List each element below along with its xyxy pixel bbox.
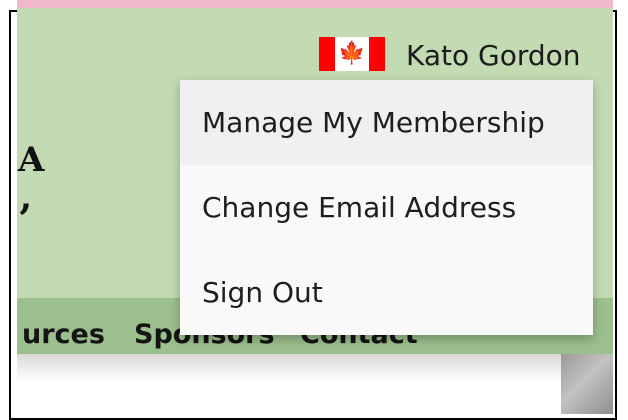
account-dropdown-menu: Manage My Membership Change Email Addres… [180, 80, 593, 335]
content-shadow [17, 354, 561, 382]
logo-fragment-bottom: ’ [18, 196, 32, 243]
top-accent-strip [17, 0, 613, 8]
maple-leaf-icon: 🍁 [338, 41, 366, 66]
logo-fragment-top: A [18, 140, 45, 180]
menu-item-sign-out[interactable]: Sign Out [180, 250, 593, 335]
nav-item-resources[interactable]: urces [22, 318, 105, 352]
content-image [561, 354, 613, 414]
canada-flag-icon[interactable]: 🍁 [319, 37, 385, 71]
menu-item-manage-membership[interactable]: Manage My Membership [180, 80, 593, 165]
user-account-name[interactable]: Kato Gordon [406, 37, 581, 75]
menu-item-change-email[interactable]: Change Email Address [180, 165, 593, 250]
